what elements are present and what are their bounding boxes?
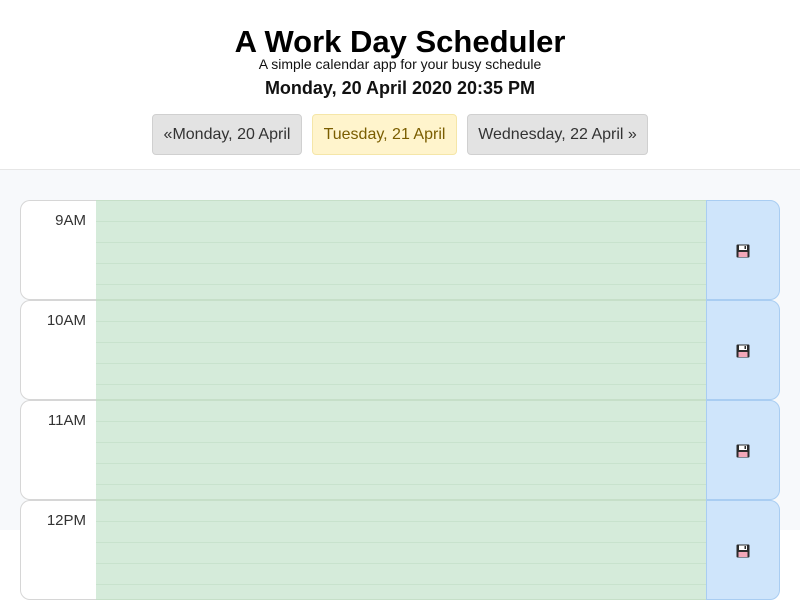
time-block-row: 11AM xyxy=(20,400,780,500)
time-block-row: 12PM xyxy=(20,500,780,600)
floppy-disk-icon xyxy=(736,344,750,358)
floppy-disk-icon xyxy=(736,244,750,258)
save-button[interactable] xyxy=(706,400,780,500)
hour-label: 10AM xyxy=(20,300,96,400)
next-day-button[interactable]: Wednesday, 22 April » xyxy=(467,114,648,155)
event-description-input[interactable] xyxy=(96,400,706,500)
time-block-row: 9AM xyxy=(20,200,780,300)
floppy-disk-icon xyxy=(736,544,750,558)
hour-label: 12PM xyxy=(20,500,96,600)
event-description-input[interactable] xyxy=(96,300,706,400)
time-block-row: 10AM xyxy=(20,300,780,400)
save-button[interactable] xyxy=(706,500,780,600)
page-header: A Work Day Scheduler A simple calendar a… xyxy=(0,0,800,170)
current-datetime: Monday, 20 April 2020 20:35 PM xyxy=(264,78,536,98)
save-button[interactable] xyxy=(706,300,780,400)
hour-label: 9AM xyxy=(20,200,96,300)
event-description-input[interactable] xyxy=(96,500,706,600)
selected-day-button[interactable]: Tuesday, 21 April xyxy=(312,114,457,155)
floppy-disk-icon xyxy=(736,444,750,458)
hour-label: 11AM xyxy=(20,400,96,500)
page-subtitle: A simple calendar app for your busy sche… xyxy=(258,56,542,72)
event-description-input[interactable] xyxy=(96,200,706,300)
save-button[interactable] xyxy=(706,200,780,300)
scheduler-container: 9AM 10AM 11AM 12PM xyxy=(0,170,800,600)
previous-day-button[interactable]: «Monday, 20 April xyxy=(152,114,302,155)
